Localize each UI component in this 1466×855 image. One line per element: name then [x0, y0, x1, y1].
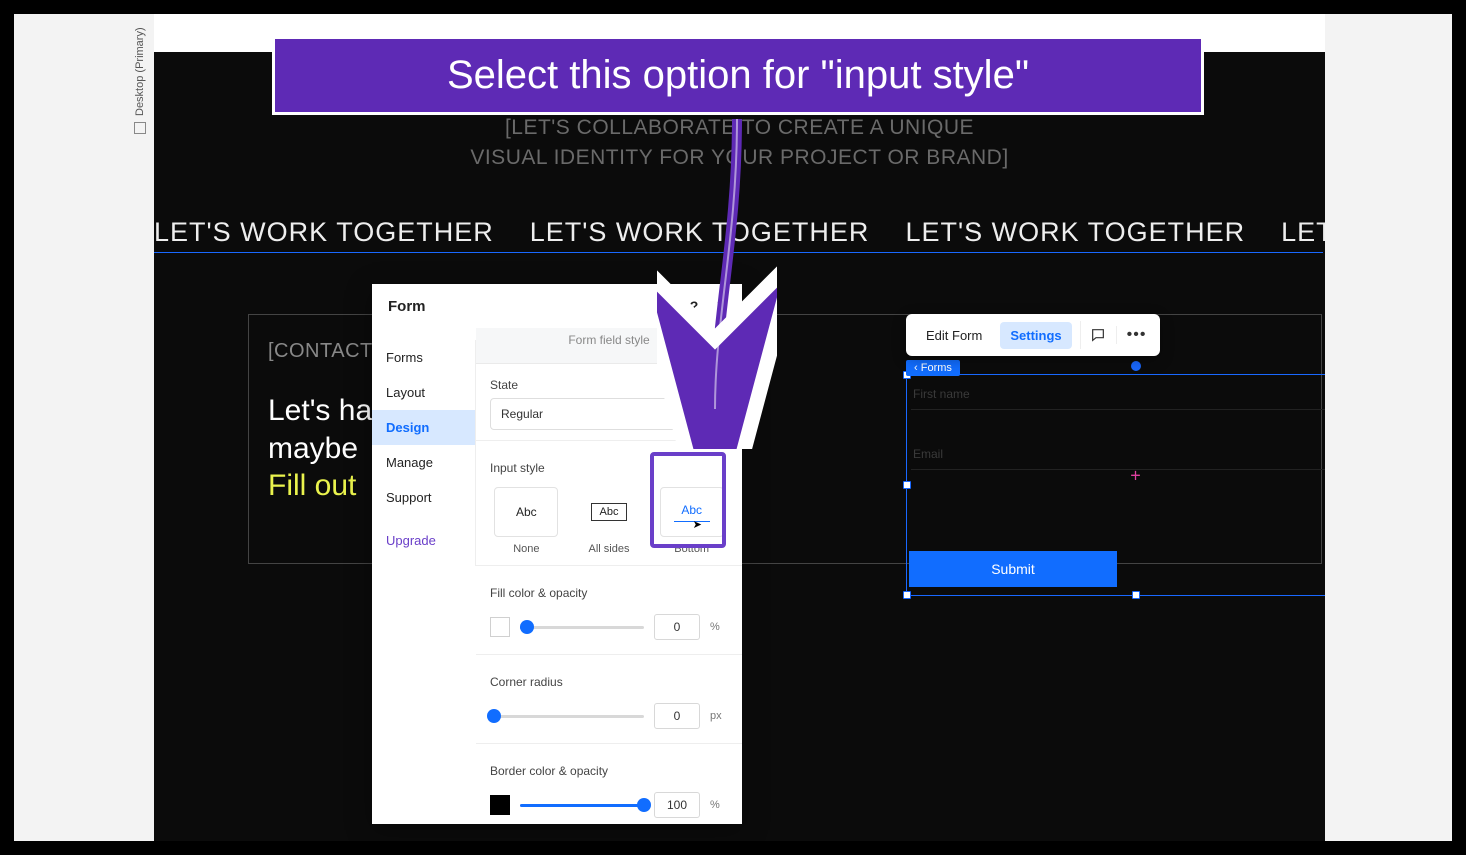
- panel-title: Form: [388, 298, 426, 315]
- comment-icon[interactable]: [1080, 321, 1108, 349]
- option-caption: Bottom: [674, 543, 709, 555]
- panel-nav: Forms Layout Design Manage Support Upgra…: [372, 340, 476, 566]
- fill-label: Fill color & opacity: [476, 572, 742, 606]
- marquee-text: LET'S WORK TOGETHER: [1281, 217, 1325, 248]
- contact-label: [CONTACT: [268, 340, 373, 363]
- fill-color-swatch[interactable]: [490, 617, 510, 637]
- form-field-email[interactable]: Email: [911, 443, 1325, 470]
- selected-form-element[interactable]: + First name Email Submit: [906, 374, 1325, 596]
- element-toolbar: Edit Form Settings •••: [906, 314, 1160, 356]
- border-color-swatch[interactable]: [490, 795, 510, 815]
- border-opacity-slider[interactable]: [520, 804, 644, 807]
- divider: [476, 654, 742, 655]
- unit-label: %: [710, 621, 728, 633]
- input-style-options: Abc None Abc All sides Abc ➤ Bottom: [476, 481, 742, 559]
- nav-layout[interactable]: Layout: [372, 375, 475, 410]
- instruction-callout: Select this option for "input style": [272, 36, 1204, 115]
- settings-button[interactable]: Settings: [1000, 322, 1071, 349]
- nav-forms[interactable]: Forms: [372, 340, 475, 375]
- breakpoint-label: Desktop (Primary): [134, 27, 146, 134]
- corner-radius-value[interactable]: 0: [654, 703, 700, 729]
- nav-support[interactable]: Support: [372, 480, 475, 515]
- marquee-text: LET'S WORK TOGETHER: [154, 217, 494, 248]
- unit-label: px: [710, 710, 728, 722]
- border-opacity-value[interactable]: 100: [654, 792, 700, 818]
- more-icon[interactable]: •••: [1116, 326, 1151, 344]
- left-rail: Desktop (Primary): [14, 14, 154, 841]
- contact-heading: Let's ha maybe Fill out: [268, 392, 372, 505]
- input-style-label: Input style: [476, 447, 742, 481]
- resize-handle[interactable]: [1132, 591, 1140, 599]
- divider: [476, 565, 742, 566]
- corner-radius-label: Corner radius: [476, 661, 742, 695]
- nav-manage[interactable]: Manage: [372, 445, 475, 480]
- option-caption: None: [513, 543, 539, 555]
- resize-handle[interactable]: [903, 591, 911, 599]
- corner-radius-slider[interactable]: [494, 715, 644, 718]
- input-style-all-sides[interactable]: Abc: [577, 487, 641, 537]
- marquee-text: LET'S WORK TOGETHER: [905, 217, 1245, 248]
- callout-arrow-icon: [657, 119, 777, 449]
- right-rail: [1325, 14, 1452, 841]
- fill-opacity-value[interactable]: 0: [654, 614, 700, 640]
- option-caption: All sides: [589, 543, 630, 555]
- input-style-bottom[interactable]: Abc ➤: [660, 487, 724, 537]
- app-frame: Desktop (Primary) [LET'S COLLABORATE TO …: [14, 14, 1452, 841]
- cursor-icon: ➤: [693, 518, 702, 531]
- nav-upgrade[interactable]: Upgrade: [372, 515, 475, 566]
- input-style-none[interactable]: Abc: [494, 487, 558, 537]
- rotate-handle[interactable]: [1131, 361, 1141, 371]
- form-field-firstname[interactable]: First name: [911, 383, 1325, 410]
- edit-form-button[interactable]: Edit Form: [916, 322, 992, 349]
- fill-opacity-slider[interactable]: [520, 626, 644, 629]
- divider: [476, 743, 742, 744]
- nav-design[interactable]: Design: [372, 410, 475, 445]
- unit-label: %: [710, 799, 728, 811]
- form-submit-button[interactable]: Submit: [909, 551, 1117, 587]
- selection-tag[interactable]: Forms: [906, 360, 960, 376]
- resize-handle[interactable]: [903, 481, 911, 489]
- border-label: Border color & opacity: [476, 750, 742, 784]
